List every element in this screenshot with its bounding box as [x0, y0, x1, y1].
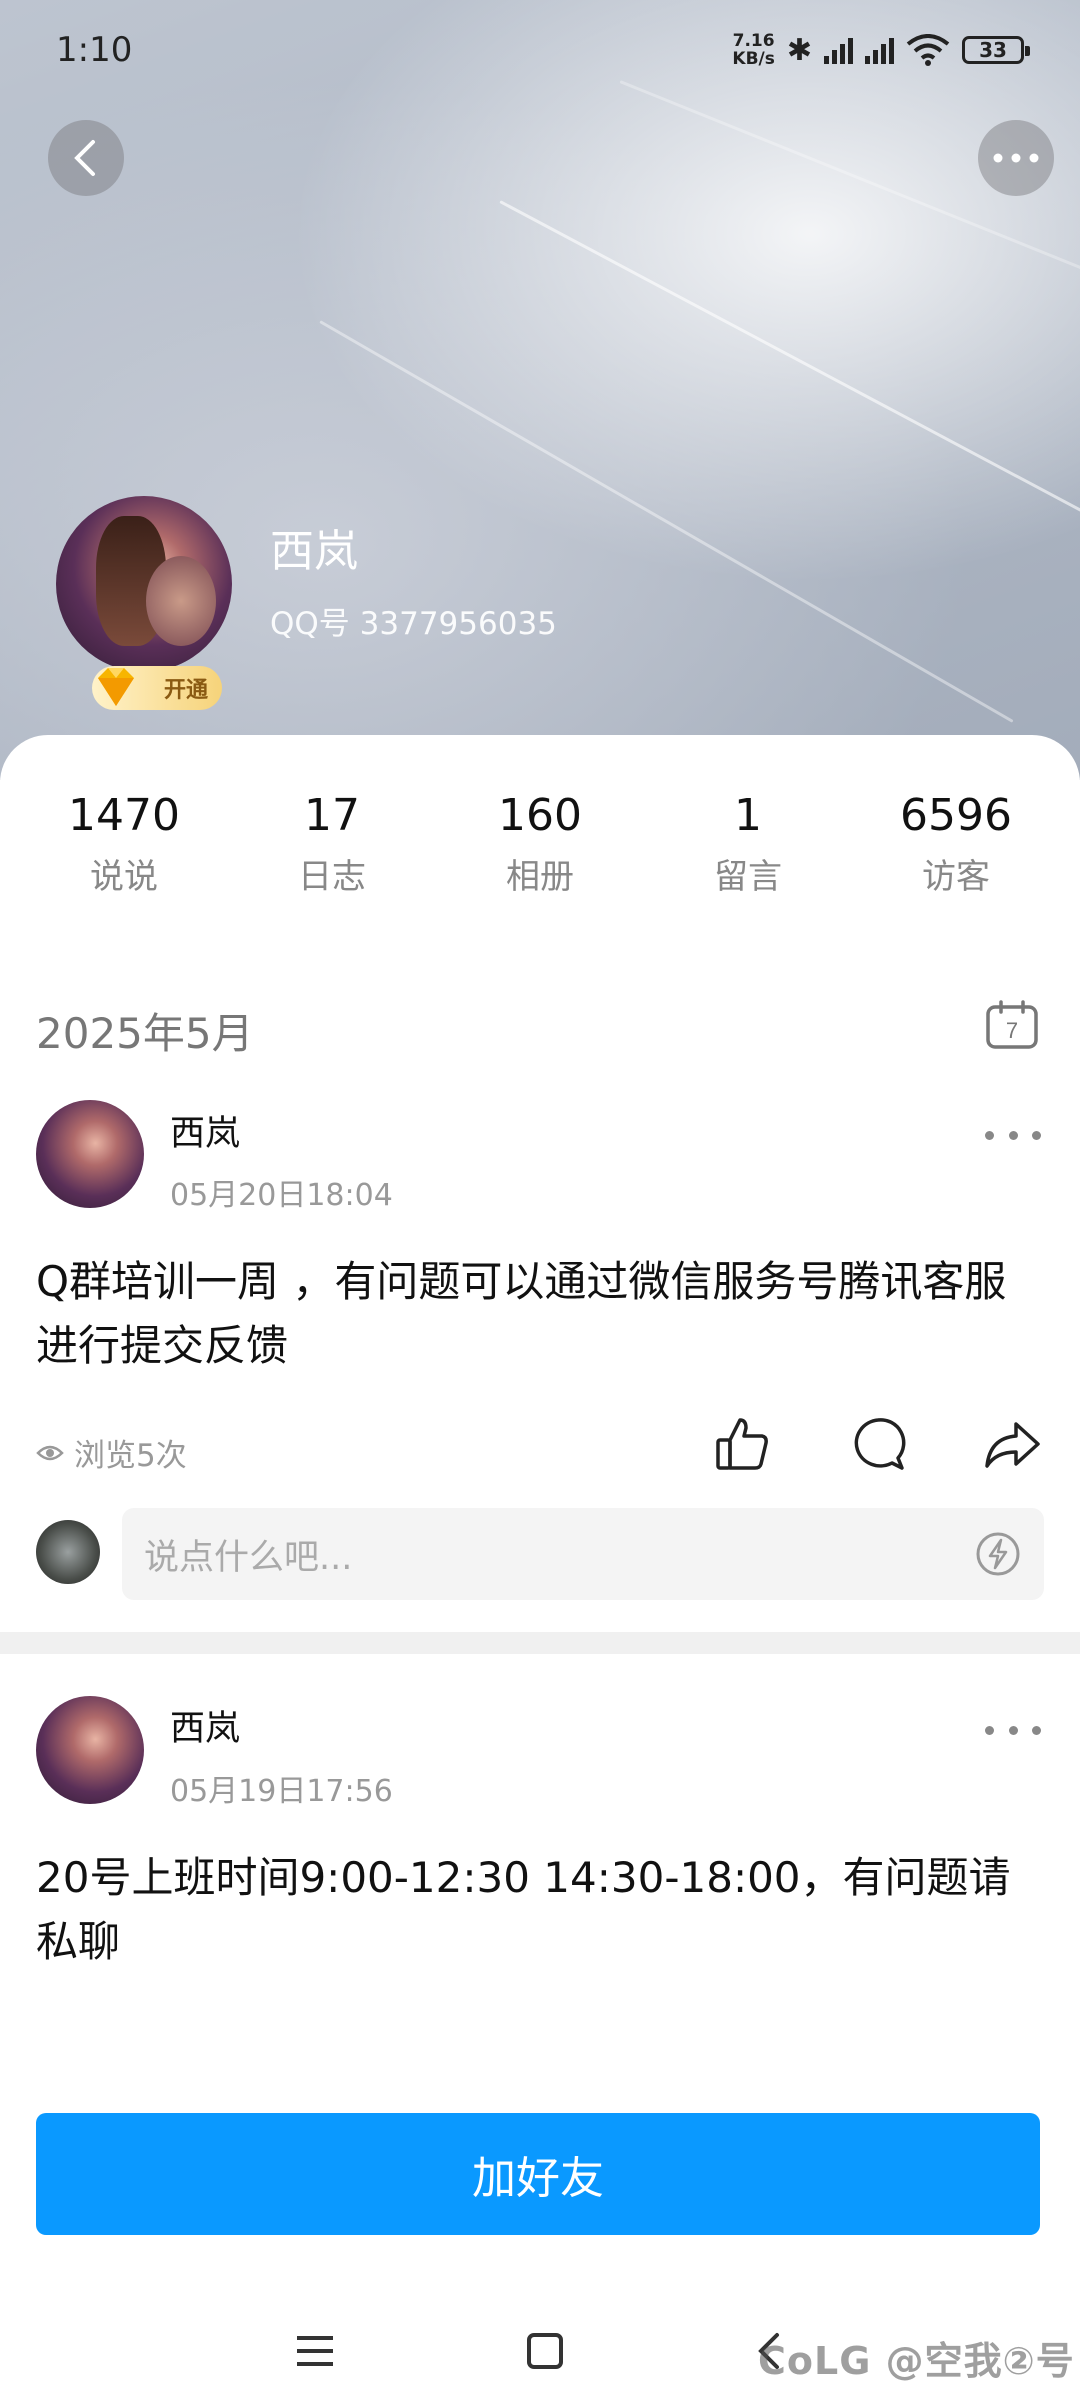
stat-messages[interactable]: 1 留言	[658, 790, 838, 898]
menu-icon[interactable]	[295, 2334, 335, 2368]
comment-bubble-icon	[854, 1418, 906, 1470]
post-author-name[interactable]: 西岚	[170, 1700, 240, 1751]
stat-albums[interactable]: 160 相册	[450, 790, 630, 898]
post-author-avatar[interactable]	[36, 1696, 144, 1804]
post-author-name[interactable]: 西岚	[170, 1105, 240, 1156]
post-text: 20号上班时间9:00-12:30 14:30-18:00，有问题请私聊	[36, 1853, 1011, 1966]
share-arrow-icon	[985, 1422, 1040, 1468]
my-avatar	[36, 1520, 100, 1584]
stat-shuoshuo[interactable]: 1470 说说	[34, 790, 214, 898]
calendar-icon[interactable]: 7	[985, 1000, 1039, 1050]
svg-text:7: 7	[1006, 1018, 1018, 1043]
post-author-avatar[interactable]	[36, 1100, 144, 1208]
more-options-button[interactable]	[978, 120, 1054, 196]
comment-input[interactable]: 说点什么吧...	[122, 1508, 1044, 1600]
home-icon[interactable]	[526, 2332, 564, 2370]
thumbs-up-icon	[716, 1418, 768, 1470]
net-speed: 7.16 KB/s	[732, 31, 775, 69]
profile-name: 西岚	[270, 526, 358, 577]
battery-icon: 33	[962, 36, 1030, 64]
watermark: CoLG @空我②号	[758, 2339, 1075, 2383]
more-horizontal-icon	[993, 153, 1039, 163]
status-icons: 7.16 KB/s ✱ 33	[732, 31, 1030, 69]
post-more-button[interactable]	[985, 1125, 1041, 1145]
share-button[interactable]	[982, 1414, 1042, 1474]
qq-number: QQ号 3377956035	[270, 606, 557, 642]
chevron-left-icon	[74, 140, 95, 176]
vip-open-badge[interactable]: 开通	[92, 666, 222, 710]
post-views: 浏览5次	[36, 1430, 187, 1475]
back-button[interactable]	[48, 120, 124, 196]
scroll-fade	[0, 2020, 1080, 2100]
status-bar: 1:10 7.16 KB/s ✱ 33	[0, 0, 1080, 100]
month-header: 2025年5月	[36, 1009, 254, 1058]
wifi-icon	[906, 34, 950, 66]
bluetooth-icon: ✱	[786, 32, 812, 68]
add-friend-button[interactable]: 加好友	[36, 2113, 1040, 2235]
signal-icon-2	[865, 36, 894, 64]
lightning-icon[interactable]	[974, 1530, 1022, 1578]
signal-icon	[824, 36, 853, 64]
post-divider	[0, 1632, 1080, 1654]
stat-visitors[interactable]: 6596 访客	[866, 790, 1046, 898]
post-timestamp: 05月20日18:04	[170, 1178, 393, 1213]
post-timestamp: 05月19日17:56	[170, 1774, 393, 1809]
diamond-icon	[98, 668, 134, 706]
stat-blog[interactable]: 17 日志	[242, 790, 422, 898]
stats-row: 1470 说说 17 日志 160 相册 1 留言 6596 访客	[0, 790, 1080, 898]
eye-icon	[36, 1445, 64, 1460]
comment-button[interactable]	[848, 1414, 908, 1474]
post-text: Q群培训一周 ，有问题可以通过微信服务号腾讯客服进行提交反馈	[36, 1257, 1007, 1370]
status-time: 1:10	[56, 30, 133, 70]
post-more-button[interactable]	[985, 1720, 1041, 1740]
profile-avatar[interactable]	[56, 496, 232, 672]
like-button[interactable]	[712, 1414, 772, 1474]
